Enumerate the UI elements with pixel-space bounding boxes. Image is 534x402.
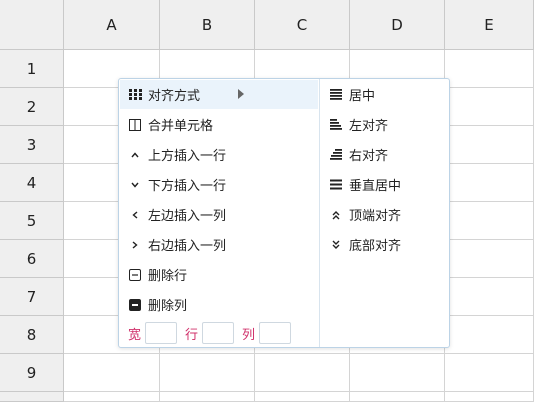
row-header-1[interactable]: 1 bbox=[0, 50, 64, 88]
menu-item-delete-row[interactable]: 删除行 bbox=[120, 260, 318, 289]
column-header-b[interactable]: B bbox=[160, 0, 255, 50]
align-top-icon bbox=[329, 208, 343, 222]
grid-cell[interactable] bbox=[445, 354, 534, 392]
submenu-item-label: 底部对齐 bbox=[349, 239, 402, 254]
delete-row-icon bbox=[128, 268, 142, 282]
row-header-2[interactable]: 2 bbox=[0, 88, 64, 126]
width-input[interactable] bbox=[145, 322, 178, 344]
context-menu: 对齐方式 合并单元格 上方插入一行 下方插入一行 左边插入一列 右边插入一列 删… bbox=[118, 78, 450, 348]
menu-item-label: 右边插入一列 bbox=[148, 239, 227, 254]
grid-cell[interactable] bbox=[445, 164, 534, 202]
col-count-label: 列 bbox=[242, 327, 256, 343]
grid-cell[interactable] bbox=[445, 88, 534, 126]
grid-cell[interactable] bbox=[350, 392, 445, 402]
menu-item-insert-row-below[interactable]: 下方插入一行 bbox=[120, 170, 318, 199]
chevron-up-icon bbox=[128, 148, 142, 162]
select-all-corner[interactable] bbox=[0, 0, 64, 50]
row-count-input[interactable] bbox=[202, 322, 235, 344]
grid-icon bbox=[128, 88, 142, 102]
menu-item-insert-col-left[interactable]: 左边插入一列 bbox=[120, 200, 318, 229]
grid-cell[interactable] bbox=[445, 278, 534, 316]
menu-item-label: 删除列 bbox=[148, 299, 188, 314]
align-left-icon bbox=[329, 118, 343, 132]
menu-item-merge-cells[interactable]: 合并单元格 bbox=[120, 110, 318, 139]
menu-item-insert-col-right[interactable]: 右边插入一列 bbox=[120, 230, 318, 259]
menu-item-label: 合并单元格 bbox=[148, 119, 214, 134]
grid-cell[interactable] bbox=[160, 392, 255, 402]
grid-cell[interactable] bbox=[255, 392, 350, 402]
row-header-partial bbox=[0, 392, 64, 402]
submenu-item-label: 居中 bbox=[349, 89, 376, 104]
grid-cell[interactable] bbox=[445, 50, 534, 88]
grid-cell[interactable] bbox=[445, 316, 534, 354]
align-right-icon bbox=[329, 148, 343, 162]
menu-item-delete-column[interactable]: 删除列 bbox=[120, 290, 318, 319]
column-header-c[interactable]: C bbox=[255, 0, 350, 50]
menu-item-label: 上方插入一行 bbox=[148, 149, 227, 164]
menu-item-label: 左边插入一列 bbox=[148, 209, 227, 224]
menu-item-label: 删除行 bbox=[148, 269, 188, 284]
chevron-down-icon bbox=[128, 178, 142, 192]
submenu-item-align-left[interactable]: 左对齐 bbox=[321, 110, 448, 139]
chevron-left-icon bbox=[128, 208, 142, 222]
align-center-icon bbox=[329, 88, 343, 102]
col-count-input[interactable] bbox=[259, 322, 292, 344]
menu-item-alignment[interactable]: 对齐方式 bbox=[120, 80, 318, 109]
delete-column-icon bbox=[128, 298, 142, 312]
chevron-right-icon bbox=[128, 238, 142, 252]
grid-cell[interactable] bbox=[445, 240, 534, 278]
column-header-e[interactable]: E bbox=[445, 0, 534, 50]
merge-cells-icon bbox=[128, 118, 142, 132]
submenu-item-align-top[interactable]: 顶端对齐 bbox=[321, 200, 448, 229]
grid-cell[interactable] bbox=[160, 354, 255, 392]
submenu-item-center[interactable]: 居中 bbox=[321, 80, 448, 109]
align-bottom-icon bbox=[329, 238, 343, 252]
row-count-label: 行 bbox=[185, 327, 199, 343]
grid-cell[interactable] bbox=[445, 202, 534, 240]
menu-item-label: 对齐方式 bbox=[148, 89, 201, 104]
submenu-item-label: 左对齐 bbox=[349, 119, 389, 134]
submenu-item-label: 右对齐 bbox=[349, 149, 389, 164]
row-header-4[interactable]: 4 bbox=[0, 164, 64, 202]
grid-cell[interactable] bbox=[445, 392, 534, 402]
submenu-item-vertical-center[interactable]: 垂直居中 bbox=[321, 170, 448, 199]
submenu-item-label: 顶端对齐 bbox=[349, 209, 402, 224]
row-header-9[interactable]: 9 bbox=[0, 354, 64, 392]
menu-item-insert-row-above[interactable]: 上方插入一行 bbox=[120, 140, 318, 169]
submenu-arrow-icon bbox=[238, 89, 244, 99]
row-header-6[interactable]: 6 bbox=[0, 240, 64, 278]
size-inputs-row: 宽 行 列 bbox=[120, 319, 318, 347]
menu-item-label: 下方插入一行 bbox=[148, 179, 227, 194]
submenu-item-align-right[interactable]: 右对齐 bbox=[321, 140, 448, 169]
row-header-7[interactable]: 7 bbox=[0, 278, 64, 316]
submenu-item-align-bottom[interactable]: 底部对齐 bbox=[321, 230, 448, 259]
context-menu-main: 对齐方式 合并单元格 上方插入一行 下方插入一行 左边插入一列 右边插入一列 删… bbox=[119, 79, 320, 347]
grid-cell[interactable] bbox=[350, 354, 445, 392]
column-header-d[interactable]: D bbox=[350, 0, 445, 50]
row-header-3[interactable]: 3 bbox=[0, 126, 64, 164]
grid-cell[interactable] bbox=[255, 354, 350, 392]
grid-cell[interactable] bbox=[445, 126, 534, 164]
align-middle-icon bbox=[329, 178, 343, 192]
row-header-5[interactable]: 5 bbox=[0, 202, 64, 240]
alignment-submenu: 居中 左对齐 右对齐 垂直居中 顶端对齐 底部对齐 bbox=[320, 79, 449, 347]
column-header-a[interactable]: A bbox=[64, 0, 160, 50]
row-header-8[interactable]: 8 bbox=[0, 316, 64, 354]
grid-cell[interactable] bbox=[64, 354, 160, 392]
submenu-item-label: 垂直居中 bbox=[349, 179, 402, 194]
width-label: 宽 bbox=[128, 327, 142, 343]
grid-cell[interactable] bbox=[64, 392, 160, 402]
